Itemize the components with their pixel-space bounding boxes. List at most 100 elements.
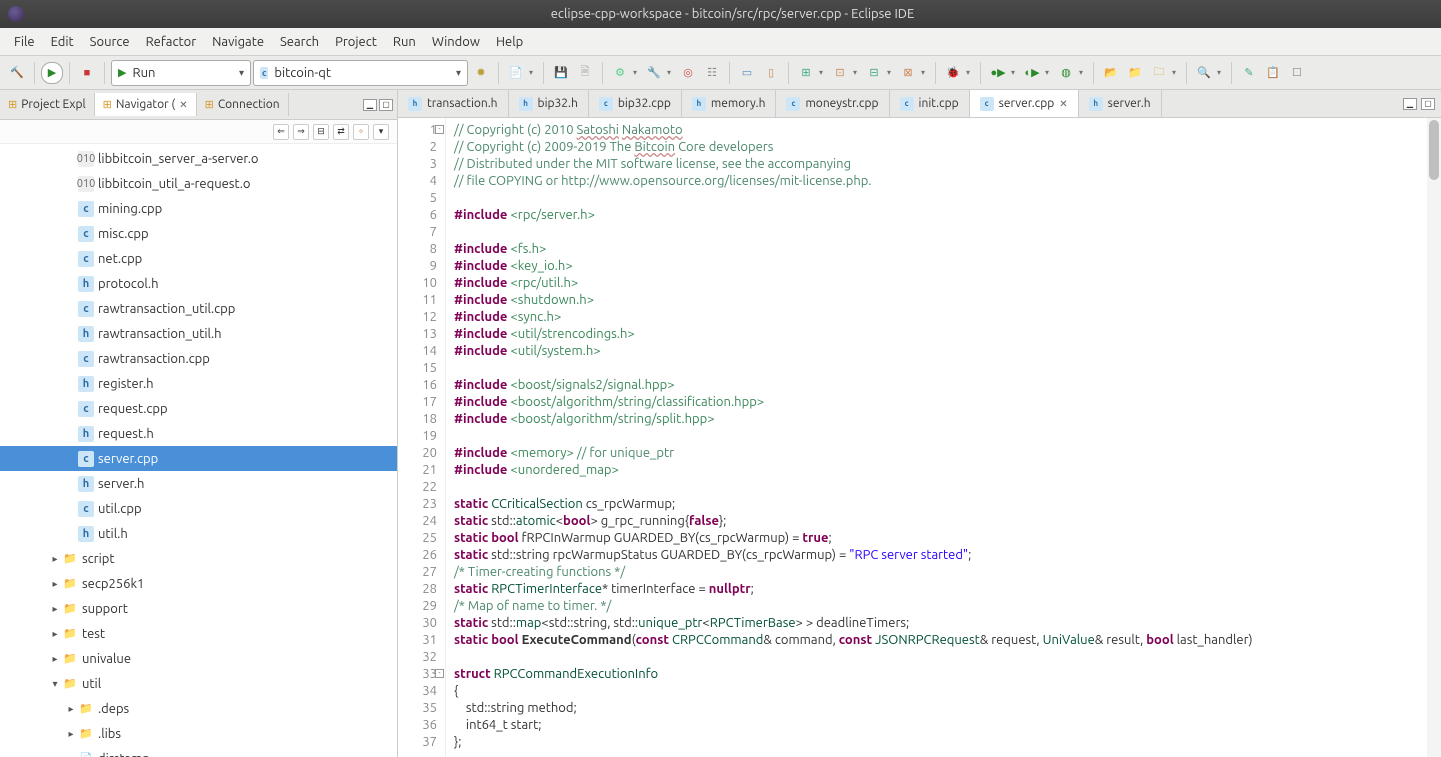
editor-tab[interactable]: hbip32.h — [509, 90, 589, 117]
new-header-button[interactable]: ⊟ — [863, 62, 885, 84]
pin-button[interactable]: 📋 — [1262, 62, 1284, 84]
twisty-icon[interactable]: ▸ — [48, 653, 62, 665]
collapse-button[interactable]: ⊟ — [313, 124, 329, 140]
twisty-icon[interactable]: ▸ — [48, 578, 62, 590]
navigator-tree[interactable]: 010libbitcoin_server_a-server.o010libbit… — [0, 144, 397, 757]
tree-item[interactable]: ▸📁.deps — [0, 696, 397, 721]
tree-item[interactable]: hrequest.h — [0, 421, 397, 446]
stop-button[interactable]: ■ — [76, 62, 98, 84]
menu-source[interactable]: Source — [82, 31, 138, 53]
tree-item[interactable]: ▸📁univalue — [0, 646, 397, 671]
build-config-button[interactable]: ✹ — [470, 62, 492, 84]
tree-item[interactable]: cmining.cpp — [0, 196, 397, 221]
menu-window[interactable]: Window — [424, 31, 488, 53]
tree-item[interactable]: crawtransaction.cpp — [0, 346, 397, 371]
close-icon[interactable]: ✕ — [1059, 98, 1067, 110]
run-button[interactable]: ▶ — [41, 62, 63, 84]
tree-item[interactable]: cutil.cpp — [0, 496, 397, 521]
vertical-scrollbar[interactable] — [1427, 118, 1441, 757]
menu-project[interactable]: Project — [327, 31, 385, 53]
build-all-button[interactable]: 🔧 — [643, 62, 665, 84]
tree-item[interactable]: hregister.h — [0, 371, 397, 396]
code-content[interactable]: // Copyright (c) 2010 Satoshi Nakamoto//… — [446, 118, 1441, 757]
tree-item[interactable]: 📄dirstamp — [0, 746, 397, 757]
fold-toggle[interactable]: - — [435, 125, 444, 134]
twisty-icon[interactable]: ▸ — [64, 728, 78, 740]
tree-item[interactable]: ▸📁support — [0, 596, 397, 621]
new-button[interactable]: 📄 — [505, 62, 527, 84]
editor-tab[interactable]: cmoneystr.cpp — [776, 90, 889, 117]
editor-tab[interactable]: hmemory.h — [682, 90, 777, 117]
tree-item[interactable]: hserver.h — [0, 471, 397, 496]
open-type-button[interactable]: 📂 — [1100, 62, 1122, 84]
toggle-block-button[interactable]: ▯ — [760, 62, 782, 84]
launch-mode-combo[interactable]: ▶ Run ▾ — [111, 60, 251, 86]
minimize-icon[interactable]: ▁ — [1403, 98, 1417, 110]
tree-item[interactable]: 010libbitcoin_server_a-server.o — [0, 146, 397, 171]
new-folder-button[interactable]: ⊠ — [897, 62, 919, 84]
coverage-button[interactable]: ◐▶ — [1021, 62, 1043, 84]
filter-button[interactable]: ⚬ — [353, 124, 369, 140]
editor-body[interactable]: 1-23456789101112131415161718192021222324… — [398, 118, 1441, 757]
tree-item[interactable]: crawtransaction_util.cpp — [0, 296, 397, 321]
menu-edit[interactable]: Edit — [43, 31, 82, 53]
tree-item[interactable]: hprotocol.h — [0, 271, 397, 296]
save-all-button[interactable]: 🗎 — [574, 62, 596, 84]
editor-tab[interactable]: htransaction.h — [398, 90, 509, 117]
target-button[interactable]: ◎ — [677, 62, 699, 84]
toggle-comment-button[interactable]: ▭ — [736, 62, 758, 84]
twisty-icon[interactable]: ▸ — [48, 603, 62, 615]
tree-item[interactable]: ▸📁script — [0, 546, 397, 571]
fold-toggle[interactable]: - — [435, 669, 444, 678]
twisty-icon[interactable]: ▾ — [48, 678, 62, 690]
sidebar-tab-0[interactable]: ⊞Project Expl — [0, 93, 95, 116]
sidebar-tab-1[interactable]: ⊞Navigator (✕ — [95, 93, 197, 116]
tree-item[interactable]: hutil.h — [0, 521, 397, 546]
editor-tab[interactable]: cinit.cpp — [890, 90, 970, 117]
task-button[interactable]: ☐ — [1286, 62, 1308, 84]
twisty-icon[interactable]: ▸ — [64, 703, 78, 715]
index-button[interactable]: ☷ — [701, 62, 723, 84]
profile-button[interactable]: ◍ — [1055, 62, 1077, 84]
search-button[interactable]: 🔍 — [1193, 62, 1215, 84]
link-button[interactable]: ⇄ — [333, 124, 349, 140]
open-task-button[interactable]: 🗀 — [1148, 62, 1170, 84]
maximize-icon[interactable]: ▢ — [1421, 98, 1435, 110]
forward-button[interactable]: ⇒ — [293, 124, 309, 140]
save-button[interactable]: 💾 — [550, 62, 572, 84]
build-button[interactable]: 🔨 — [6, 62, 28, 84]
twisty-icon[interactable]: ▸ — [48, 628, 62, 640]
tree-item[interactable]: cnet.cpp — [0, 246, 397, 271]
minimize-icon[interactable]: ▁ — [363, 99, 377, 111]
menu-run[interactable]: Run — [385, 31, 424, 53]
close-icon[interactable]: ✕ — [179, 99, 187, 111]
menu-help[interactable]: Help — [488, 31, 531, 53]
launch-config-combo[interactable]: c bitcoin-qt ▾ — [253, 60, 468, 86]
tree-item[interactable]: ▾📁util — [0, 671, 397, 696]
dropdown-icon[interactable]: ▾ — [529, 68, 537, 77]
open-file-button[interactable]: 📁 — [1124, 62, 1146, 84]
back-button[interactable]: ⇐ — [273, 124, 289, 140]
menu-navigate[interactable]: Navigate — [204, 31, 272, 53]
tree-item[interactable]: ▸📁test — [0, 621, 397, 646]
tree-item[interactable]: cmisc.cpp — [0, 221, 397, 246]
editor-tab[interactable]: cserver.cpp✕ — [970, 90, 1079, 117]
toggle-mark-button[interactable]: ✎ — [1238, 62, 1260, 84]
editor-tab[interactable]: hserver.h — [1079, 90, 1162, 117]
tree-item[interactable]: crequest.cpp — [0, 396, 397, 421]
debug-button[interactable]: 🐞 — [942, 62, 964, 84]
menu-search[interactable]: Search — [272, 31, 327, 53]
menu-file[interactable]: File — [6, 31, 43, 53]
tree-item[interactable]: ▸📁.libs — [0, 721, 397, 746]
tree-item[interactable]: 010libbitcoin_util_a-request.o — [0, 171, 397, 196]
menu-button[interactable]: ▾ — [373, 124, 389, 140]
editor-tab[interactable]: cbip32.cpp — [589, 90, 682, 117]
tree-item[interactable]: cserver.cpp — [0, 446, 397, 471]
sidebar-tab-2[interactable]: ⊞Connection — [197, 93, 289, 116]
twisty-icon[interactable]: ▸ — [48, 553, 62, 565]
build-project-button[interactable]: ⚙ — [609, 62, 631, 84]
scrollbar-thumb[interactable] — [1429, 120, 1439, 180]
new-class-button[interactable]: ⊞ — [795, 62, 817, 84]
run-last-button[interactable]: ●▶ — [987, 62, 1009, 84]
maximize-icon[interactable]: ▢ — [379, 99, 393, 111]
